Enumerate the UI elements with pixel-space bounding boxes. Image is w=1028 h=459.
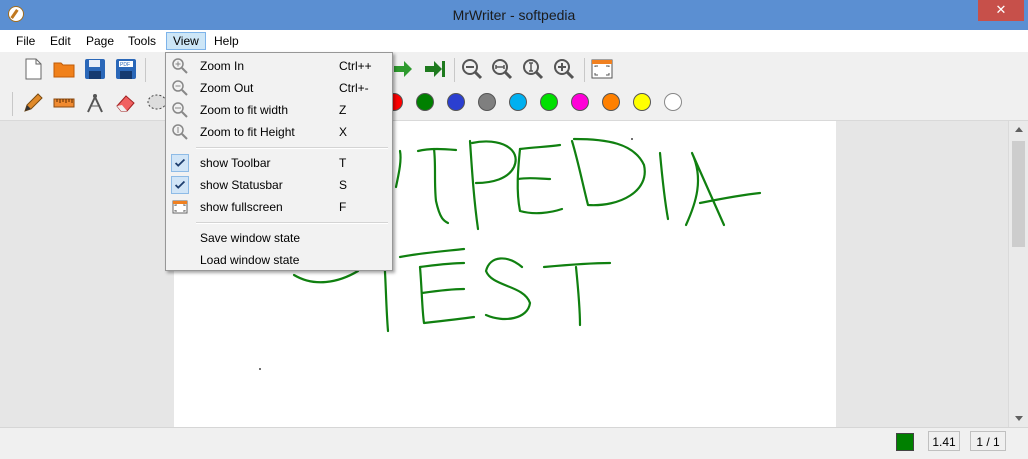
- color-swatch[interactable]: [602, 93, 620, 111]
- menu-show-statusbar[interactable]: show Statusbar S: [166, 174, 392, 196]
- menu-shortcut: Ctrl++: [339, 59, 372, 73]
- tools-toolbar: [0, 86, 1028, 202]
- scroll-up-arrow-icon[interactable]: [1015, 127, 1023, 132]
- menu-shortcut: F: [339, 200, 347, 214]
- zoom-in-icon[interactable]: [553, 58, 575, 80]
- stray-dot: [631, 138, 633, 140]
- menu-zoom-fit-width[interactable]: Zoom to fit width Z: [166, 99, 392, 121]
- window-title: MrWriter - softpedia: [452, 7, 576, 23]
- color-swatch[interactable]: [447, 93, 465, 111]
- menu-shortcut: X: [339, 125, 348, 139]
- color-swatch[interactable]: [509, 93, 527, 111]
- save-pdf-icon[interactable]: PDF: [115, 58, 137, 80]
- zoom-fit-width-icon: [172, 102, 188, 118]
- vertical-scrollbar[interactable]: [1008, 121, 1028, 427]
- compass-tool-icon[interactable]: [84, 92, 106, 114]
- menu-bar: File Edit Page Tools View Help: [0, 30, 1028, 53]
- color-swatch[interactable]: [633, 93, 651, 111]
- zoom-fit-width-icon[interactable]: [491, 58, 513, 80]
- menu-load-window-state[interactable]: Load window state: [166, 249, 392, 271]
- color-swatch[interactable]: [571, 93, 589, 111]
- stray-dot: [259, 368, 261, 370]
- scroll-down-arrow-icon[interactable]: [1015, 416, 1023, 421]
- toolbar-separator: [584, 58, 585, 82]
- menu-show-toolbar[interactable]: show Toolbar T: [166, 152, 392, 174]
- save-icon[interactable]: [84, 58, 106, 80]
- color-swatch[interactable]: [664, 93, 682, 111]
- menu-show-fullscreen[interactable]: show fullscreen F: [166, 196, 392, 218]
- checkmark-icon: [171, 154, 189, 172]
- zoom-in-icon: [172, 58, 188, 74]
- zoom-out-icon[interactable]: [461, 58, 483, 80]
- toolbar-separator: [454, 58, 455, 82]
- menu-tools[interactable]: Tools: [122, 32, 162, 50]
- menu-shortcut: S: [339, 178, 348, 192]
- menu-zoom-out[interactable]: Zoom Out Ctrl+-: [166, 77, 392, 99]
- close-button[interactable]: ✕: [978, 0, 1024, 21]
- eraser-tool-icon[interactable]: [115, 92, 137, 114]
- canvas-area: [0, 121, 1028, 427]
- fullscreen-icon[interactable]: [591, 58, 613, 80]
- zoom-fit-height-icon: [172, 124, 188, 140]
- menu-label: Load window state: [200, 253, 300, 267]
- menu-label: show fullscreen: [200, 200, 283, 214]
- menu-label: Zoom to fit width: [200, 103, 289, 117]
- fullscreen-icon: [172, 200, 188, 214]
- page-indicator: 1 / 1: [970, 431, 1006, 451]
- current-color-indicator: [896, 433, 914, 451]
- menu-shortcut: Z: [339, 103, 347, 117]
- pen-tool-icon[interactable]: [22, 92, 44, 114]
- main-toolbar: PDF: [0, 52, 1028, 86]
- menu-label: Save window state: [200, 231, 301, 245]
- menu-view[interactable]: View: [166, 32, 206, 50]
- menu-shortcut: Ctrl+-: [339, 81, 369, 95]
- color-swatch[interactable]: [540, 93, 558, 111]
- menu-separator: [196, 148, 388, 149]
- next-page-icon[interactable]: [392, 58, 414, 80]
- toolbar-separator: [145, 58, 146, 82]
- ruler-tool-icon[interactable]: [53, 92, 75, 114]
- menu-edit[interactable]: Edit: [44, 32, 77, 50]
- menu-zoom-in[interactable]: Zoom In Ctrl++: [166, 55, 392, 77]
- last-page-icon[interactable]: [424, 58, 446, 80]
- svg-text:PDF: PDF: [120, 62, 130, 68]
- status-bar: 1.41 1 / 1: [0, 427, 1028, 459]
- color-swatch[interactable]: [478, 93, 496, 111]
- menu-zoom-fit-height[interactable]: Zoom to fit Height X: [166, 121, 392, 143]
- menu-help[interactable]: Help: [208, 32, 245, 50]
- view-menu-dropdown: Zoom In Ctrl++ Zoom Out Ctrl+- Zoom to f…: [165, 52, 393, 271]
- menu-file[interactable]: File: [10, 32, 41, 50]
- toolbar-separator: [12, 92, 13, 116]
- menu-label: Zoom In: [200, 59, 245, 73]
- menu-label: Zoom to fit Height: [200, 125, 295, 139]
- menu-save-window-state[interactable]: Save window state: [166, 227, 392, 249]
- menu-separator: [196, 223, 388, 224]
- menu-label: Zoom Out: [200, 81, 254, 95]
- checkmark-icon: [171, 176, 189, 194]
- zoom-out-icon: [172, 80, 188, 96]
- new-file-icon[interactable]: [22, 58, 44, 80]
- open-folder-icon[interactable]: [53, 58, 75, 80]
- title-bar: MrWriter - softpedia ✕: [0, 0, 1028, 30]
- zoom-level: 1.41: [928, 431, 960, 451]
- zoom-fit-height-icon[interactable]: [522, 58, 544, 80]
- scroll-thumb[interactable]: [1012, 141, 1025, 247]
- menu-page[interactable]: Page: [80, 32, 120, 50]
- color-swatch[interactable]: [416, 93, 434, 111]
- menu-label: show Toolbar: [200, 156, 271, 170]
- menu-shortcut: T: [339, 156, 347, 170]
- menu-label: show Statusbar: [200, 178, 283, 192]
